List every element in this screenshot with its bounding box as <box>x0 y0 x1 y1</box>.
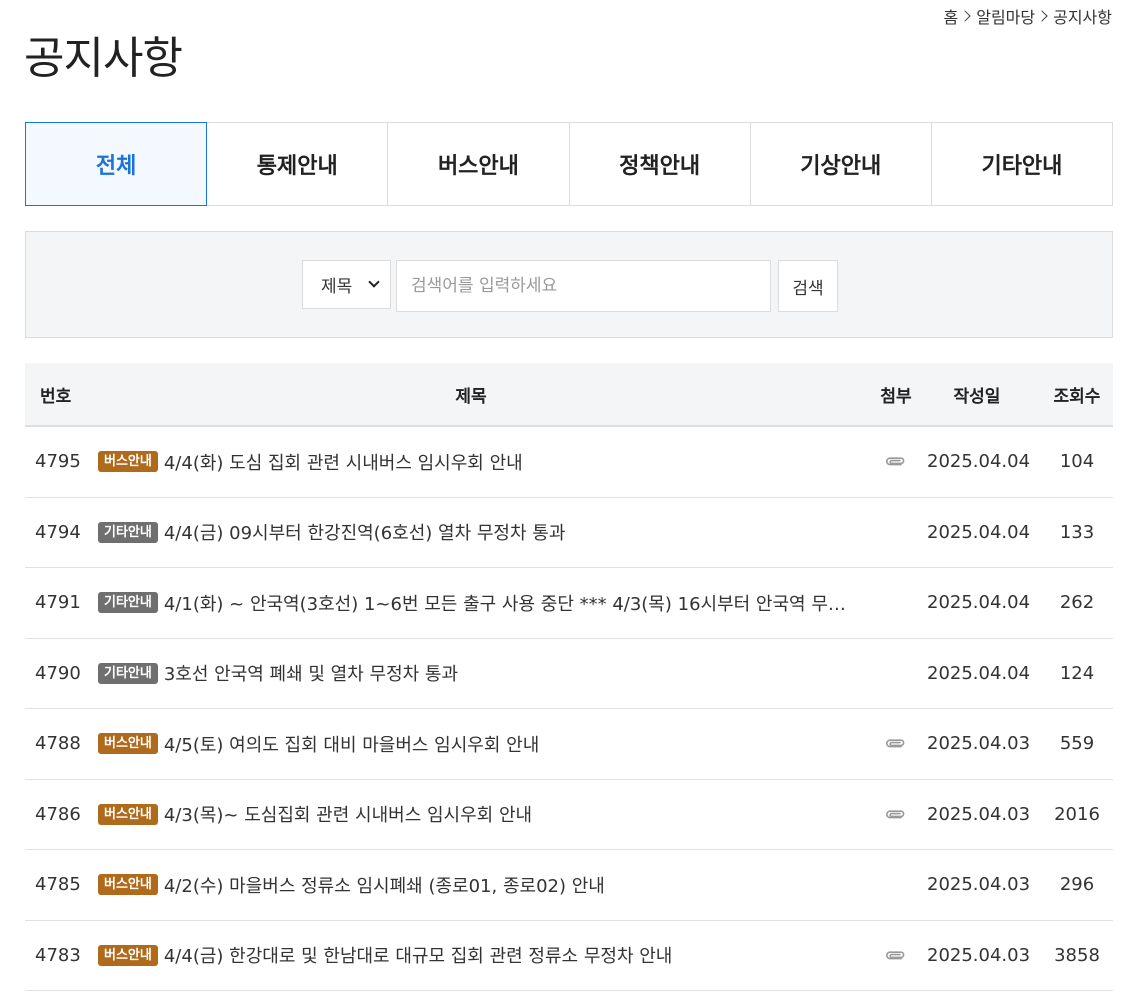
row-date: 2025.04.04 <box>927 592 1031 614</box>
row-views: 2016 <box>1054 803 1100 825</box>
tab-etc[interactable]: 기타안내 <box>932 123 1112 205</box>
row-title-link[interactable]: 버스안내 4/2(수) 마을버스 정류소 임시폐쇄 (종로01, 종로02) 안내 <box>87 872 855 898</box>
row-attach <box>855 804 927 825</box>
row-title: 4/3(목)~ 도심집회 관련 시내버스 임시우회 안내 <box>163 805 533 827</box>
header-views: 조회수 <box>1053 386 1101 407</box>
category-badge: 버스안내 <box>98 451 158 473</box>
row-title: 4/2(수) 마을버스 정류소 임시폐쇄 (종로01, 종로02) 안내 <box>163 875 605 897</box>
header-attach: 첨부 <box>880 386 912 407</box>
category-tabs: 전체 통제안내 버스안내 정책안내 기상안내 기타안내 <box>25 122 1113 206</box>
row-num: 4788 <box>35 733 81 755</box>
search-panel: 제목 검색 <box>25 231 1113 338</box>
row-num: 4795 <box>35 451 81 473</box>
row-date: 2025.04.03 <box>927 944 1031 966</box>
search-button[interactable]: 검색 <box>778 260 838 312</box>
category-badge: 기타안내 <box>98 592 158 614</box>
paperclip-icon[interactable] <box>885 455 907 467</box>
row-title: 4/4(금) 09시부터 한강진역(6호선) 열차 무정차 통과 <box>163 523 566 545</box>
row-views: 104 <box>1059 451 1095 473</box>
row-title: 4/1(화) ~ 안국역(3호선) 1~6번 모든 출구 사용 중단 *** 4… <box>163 593 855 615</box>
row-title: 4/5(토) 여의도 집회 대비 마을버스 임시우회 안내 <box>163 734 540 756</box>
notice-table: 번호 제목 첨부 작성일 조회수 4795 버스안내 4/4(화) 도심 집회 관련… <box>25 363 1113 991</box>
row-date: 2025.04.04 <box>927 451 1031 473</box>
chevron-right-icon <box>1036 10 1048 22</box>
tab-bus[interactable]: 버스안내 <box>388 123 570 205</box>
category-badge: 버스안내 <box>98 874 158 896</box>
search-field-value: 제목 <box>321 277 353 297</box>
table-row: 4794 기타안내 4/4(금) 09시부터 한강진역(6호선) 열차 무정차 통과… <box>25 498 1113 568</box>
breadcrumb-current: 공지사항 <box>1053 8 1112 27</box>
row-title-link[interactable]: 버스안내 4/5(토) 여의도 집회 대비 마을버스 임시우회 안내 <box>87 731 855 757</box>
category-badge: 기타안내 <box>98 521 158 543</box>
paperclip-icon[interactable] <box>885 737 907 749</box>
row-views: 133 <box>1059 521 1095 543</box>
table-row: 4795 버스안내 4/4(화) 도심 집회 관련 시내버스 임시우회 안내 2025… <box>25 427 1113 498</box>
table-row: 4783 버스안내 4/4(금) 한강대로 및 한남대로 대규모 집회 관련 정류소… <box>25 921 1113 991</box>
table-header: 번호 제목 첨부 작성일 조회수 <box>25 363 1113 427</box>
table-body: 4795 버스안내 4/4(화) 도심 집회 관련 시내버스 임시우회 안내 2025… <box>25 427 1113 991</box>
row-views: 296 <box>1059 874 1095 896</box>
row-title-link[interactable]: 기타안내 4/4(금) 09시부터 한강진역(6호선) 열차 무정차 통과 <box>87 519 855 545</box>
row-title: 3호선 안국역 폐쇄 및 열차 무정차 통과 <box>163 664 459 686</box>
table-row: 4785 버스안내 4/2(수) 마을버스 정류소 임시폐쇄 (종로01, 종로02… <box>25 850 1113 921</box>
row-views: 124 <box>1059 662 1095 684</box>
row-title-link[interactable]: 버스안내 4/4(화) 도심 집회 관련 시내버스 임시우회 안내 <box>87 449 855 475</box>
row-title-link[interactable]: 버스안내 4/4(금) 한강대로 및 한남대로 대규모 집회 관련 정류소 무정차… <box>87 942 855 968</box>
row-title-link[interactable]: 기타안내 4/1(화) ~ 안국역(3호선) 1~6번 모든 출구 사용 중단 *… <box>87 590 855 616</box>
row-num: 4783 <box>35 944 81 966</box>
chevron-down-icon <box>368 276 380 288</box>
header-num: 번호 <box>40 386 72 407</box>
paperclip-icon[interactable] <box>885 949 907 961</box>
tab-traffic-control[interactable]: 통제안내 <box>207 123 389 205</box>
table-row: 4791 기타안내 4/1(화) ~ 안국역(3호선) 1~6번 모든 출구 사용 … <box>25 568 1113 639</box>
row-date: 2025.04.04 <box>927 662 1031 684</box>
search-field-select[interactable]: 제목 <box>302 260 391 309</box>
row-title-link[interactable]: 기타안내 3호선 안국역 폐쇄 및 열차 무정차 통과 <box>87 660 855 686</box>
row-views: 3858 <box>1054 944 1100 966</box>
table-row: 4788 버스안내 4/5(토) 여의도 집회 대비 마을버스 임시우회 안내 202… <box>25 709 1113 780</box>
header-title: 제목 <box>455 386 487 407</box>
row-num: 4794 <box>35 521 81 543</box>
row-views: 262 <box>1059 592 1095 614</box>
tab-policy[interactable]: 정책안내 <box>570 123 751 205</box>
category-badge: 버스안내 <box>98 944 158 966</box>
breadcrumb-notice-board[interactable]: 알림마당 <box>976 4 1035 28</box>
table-row: 4786 버스안내 4/3(목)~ 도심집회 관련 시내버스 임시우회 안내 2025… <box>25 780 1113 850</box>
paperclip-icon[interactable] <box>885 808 907 820</box>
row-attach <box>855 733 927 754</box>
category-badge: 기타안내 <box>98 662 158 684</box>
row-num: 4790 <box>35 662 81 684</box>
row-date: 2025.04.03 <box>927 803 1031 825</box>
row-title: 4/4(금) 한강대로 및 한남대로 대규모 집회 관련 정류소 무정차 안내 <box>163 946 673 968</box>
row-attach <box>855 945 927 966</box>
table-row: 4790 기타안내 3호선 안국역 폐쇄 및 열차 무정차 통과 2025.04.04… <box>25 639 1113 709</box>
row-title: 4/4(화) 도심 집회 관련 시내버스 임시우회 안내 <box>163 452 523 474</box>
row-date: 2025.04.03 <box>927 874 1031 896</box>
header-date: 작성일 <box>953 386 1001 407</box>
row-num: 4785 <box>35 874 81 896</box>
tab-weather[interactable]: 기상안내 <box>751 123 932 205</box>
row-date: 2025.04.03 <box>927 733 1031 755</box>
breadcrumb: 홈 알림마당 공지사항 <box>943 4 1112 28</box>
category-badge: 버스안내 <box>98 733 158 755</box>
row-date: 2025.04.04 <box>927 521 1031 543</box>
breadcrumb-home[interactable]: 홈 <box>943 4 958 28</box>
row-num: 4791 <box>35 592 81 614</box>
row-attach <box>855 451 927 472</box>
row-views: 559 <box>1059 733 1095 755</box>
page-title: 공지사항 <box>24 33 183 84</box>
row-num: 4786 <box>35 803 81 825</box>
row-title-link[interactable]: 버스안내 4/3(목)~ 도심집회 관련 시내버스 임시우회 안내 <box>87 801 855 827</box>
tab-all[interactable]: 전체 <box>25 122 208 206</box>
search-input[interactable] <box>396 260 771 312</box>
chevron-right-icon <box>959 10 971 22</box>
category-badge: 버스안내 <box>98 803 158 825</box>
